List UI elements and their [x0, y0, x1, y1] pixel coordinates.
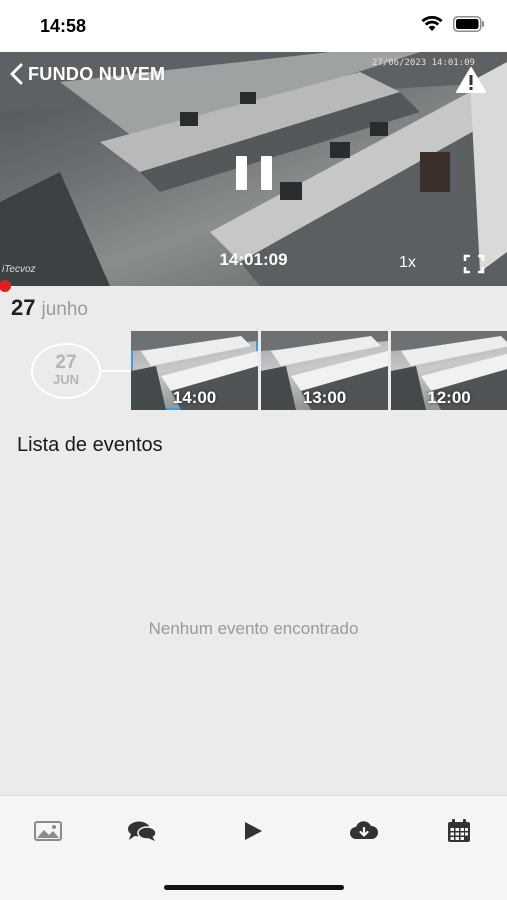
tab-gallery[interactable] — [28, 818, 68, 844]
events-title: Lista de eventos — [17, 434, 163, 456]
date-circle-day: 27 — [55, 352, 77, 373]
chevron-left-icon — [10, 63, 23, 85]
date-month: junho — [41, 299, 88, 320]
date-day: 27 — [11, 295, 36, 320]
status-time: 14:58 — [40, 16, 87, 36]
status-bar: 14:58 — [0, 0, 507, 52]
wifi-icon — [421, 16, 443, 31]
date-circle[interactable]: 27 JUN — [31, 343, 101, 399]
warning-icon[interactable] — [455, 66, 487, 94]
camera-watermark: iTecvoz — [2, 264, 36, 275]
playback-timestamp: 14:01:09 — [219, 250, 288, 269]
thumbnail-time: 13:00 — [302, 388, 347, 407]
video-player[interactable]: FUNDO NUVEM 27/06/2023 14:01:09 14:01:09… — [0, 52, 507, 286]
back-button[interactable]: FUNDO NUVEM — [8, 62, 165, 86]
image-icon — [34, 821, 62, 841]
thumbnail-hour[interactable]: 14:00 — [131, 331, 258, 410]
date-header: 27 junho — [11, 295, 88, 321]
thumbnail-hour[interactable]: 13:00 — [261, 331, 388, 410]
fullscreen-icon[interactable] — [463, 254, 485, 274]
chat-icon — [128, 821, 157, 841]
timeline-connector — [101, 370, 131, 372]
thumbnail-time: 12:00 — [427, 388, 471, 407]
date-circle-month: JUN — [52, 372, 79, 387]
pause-button[interactable] — [236, 156, 272, 190]
calendar-icon — [448, 819, 470, 842]
status-icons — [421, 16, 485, 32]
thumbnail-hour[interactable]: 12:00 — [391, 331, 507, 410]
timeline-progress-handle[interactable] — [0, 280, 11, 292]
page-title: FUNDO NUVEM — [28, 63, 166, 84]
tab-cloud[interactable] — [344, 818, 384, 844]
cloud-download-icon — [350, 821, 379, 839]
home-indicator — [164, 885, 344, 890]
thumbnail-time: 14:00 — [172, 388, 217, 407]
tab-playback[interactable] — [233, 818, 273, 844]
play-icon — [245, 822, 262, 840]
battery-icon — [453, 16, 484, 32]
tab-chat[interactable] — [122, 818, 162, 844]
empty-events-message: Nenhum evento encontrado — [148, 619, 359, 638]
tab-calendar[interactable] — [439, 818, 479, 844]
playback-speed-button[interactable]: 1x — [399, 254, 416, 272]
